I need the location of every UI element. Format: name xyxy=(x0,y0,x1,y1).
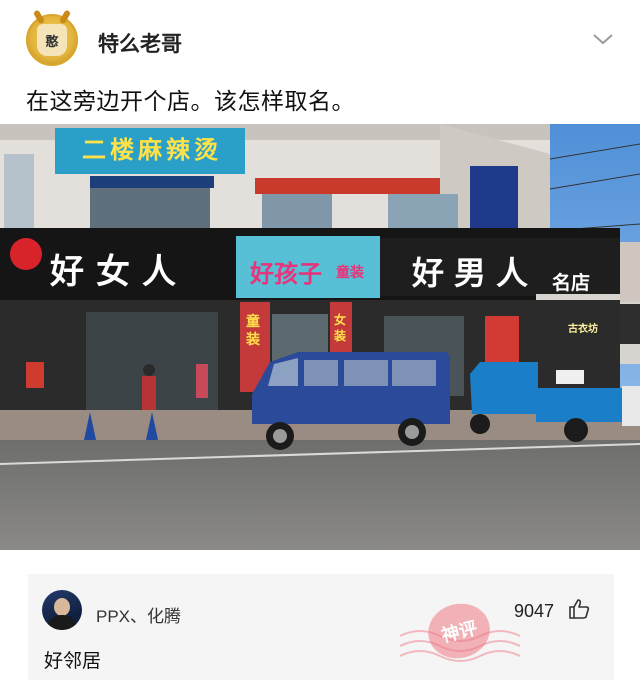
avatar-face: 憨 xyxy=(37,24,67,56)
comment-text: 好邻居 xyxy=(44,651,102,672)
avatar-horn-right xyxy=(58,9,72,25)
sign-middle-sub: 童装 xyxy=(336,264,364,280)
post-photo[interactable]: 二楼麻辣烫 好女人 好孩子 童装 好男人 名店 古衣坊 童装 女装 xyxy=(0,124,640,550)
author-name[interactable]: 特么老哥 xyxy=(98,28,182,58)
sign-top: 二楼麻辣烫 xyxy=(82,137,222,164)
avatar-horn-left xyxy=(32,9,46,25)
sign-side-kids: 童装 xyxy=(246,313,260,347)
post-header: 憨 特么老哥 xyxy=(0,0,640,80)
commenter-name[interactable]: PPX、化腾 xyxy=(96,602,181,627)
sign-left-store: 好女人 xyxy=(50,252,188,292)
post-text: 在这旁边开个店。该怎样取名。 xyxy=(26,88,355,114)
sign-right-suffix: 名店 xyxy=(552,273,591,294)
sign-middle-store: 好孩子 xyxy=(250,261,322,288)
sign-side-women: 女装 xyxy=(334,313,347,343)
top-comment[interactable]: PPX、化腾 神评 9047 好邻居 xyxy=(28,574,614,680)
commenter-avatar[interactable] xyxy=(42,590,82,630)
thumbs-up-icon[interactable] xyxy=(568,598,590,620)
avatar-head xyxy=(54,598,70,616)
avatar-body xyxy=(47,615,77,630)
storefront-scene xyxy=(0,124,640,550)
chevron-down-icon[interactable] xyxy=(592,32,614,46)
author-avatar[interactable]: 憨 xyxy=(26,9,78,66)
like-count: 9047 xyxy=(514,601,555,621)
sign-right-store: 好男人 xyxy=(412,254,539,292)
sign-shop: 古衣坊 xyxy=(568,324,598,335)
